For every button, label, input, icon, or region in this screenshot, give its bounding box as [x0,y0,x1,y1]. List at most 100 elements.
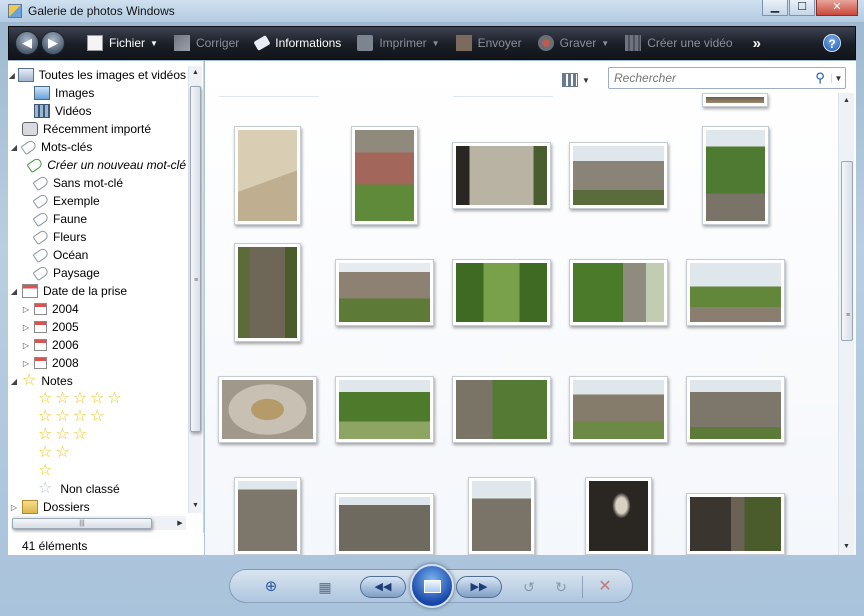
photo-thumbnail[interactable] [218,376,317,443]
scrollbar-thumb[interactable]: ≡ [190,86,201,432]
photo-thumbnail[interactable] [234,243,301,342]
photo-thumbnail[interactable] [569,376,668,443]
tree-item-year[interactable]: ▷ 2008 [8,354,186,372]
tree-item-tag-fauna[interactable]: Faune [8,210,186,228]
back-button[interactable]: ◀ [15,31,39,55]
scroll-up-arrow-icon[interactable]: ▲ [839,93,854,109]
collapse-icon[interactable]: ◢ [8,71,16,80]
photo-thumbnail[interactable] [234,477,301,555]
photo-thumbnail[interactable] [351,126,418,225]
minimize-button[interactable]: ▁ [762,0,788,16]
collapse-icon[interactable]: ◢ [8,287,20,296]
group-divider [219,96,319,97]
tree-item-year[interactable]: ▷ 2004 [8,300,186,318]
photo-thumbnail[interactable] [335,493,434,555]
tree-item-images[interactable]: Images [8,84,186,102]
expand-icon[interactable]: ▷ [20,323,32,332]
chevron-down-icon[interactable]: ▼ [831,73,845,83]
photo-thumbnail[interactable] [702,126,769,225]
photo-thumbnail[interactable] [686,493,785,555]
tree-item-tag-ocean[interactable]: Océan [8,246,186,264]
help-button[interactable]: ? [823,34,841,52]
tree-item-videos[interactable]: Vidéos [8,102,186,120]
rating-1-star[interactable]: ☆ [8,462,186,480]
previous-button[interactable]: ◀◀ [360,576,406,598]
tree-item-tag-flowers[interactable]: Fleurs [8,228,186,246]
tree-item-tag-example[interactable]: Exemple [8,192,186,210]
photo-thumbnail[interactable] [452,142,551,209]
scrollbar-thumb[interactable]: ≡ [841,161,853,341]
thumbnail-vertical-scrollbar[interactable]: ▲ ≡ ▼ [838,93,854,555]
expand-icon[interactable]: ▷ [20,341,32,350]
photo-thumbnail[interactable] [335,376,434,443]
expand-icon[interactable]: ▷ [20,305,32,314]
search-box[interactable]: ⚲ ▼ [608,67,846,89]
rating-5-stars[interactable]: ☆ ☆ ☆ ☆ ☆ [8,390,186,408]
sidebar-horizontal-scrollbar[interactable]: ◀ ||| ▶ [12,516,186,530]
photo-thumbnail[interactable] [686,376,785,443]
photo-thumbnail[interactable] [452,376,551,443]
tree-item-untagged[interactable]: Sans mot-clé [8,174,186,192]
collapse-icon[interactable]: ◢ [8,377,20,386]
sidebar-vertical-scrollbar[interactable]: ▲ ≡ ▼ [188,66,202,513]
tree-item-year[interactable]: ▷ 2005 [8,318,186,336]
email-button[interactable]: Envoyer [455,35,522,51]
playback-control-bar: ⊕ ▦ ◀◀ ▶▶ ↺ ↻ ✕ [229,564,633,608]
tree-item-create-tag[interactable]: Créer un nouveau mot-clé [8,156,186,174]
slideshow-button[interactable] [410,564,454,608]
tag-icon [32,192,50,210]
make-movie-button[interactable]: Créer une vidéo [625,35,733,51]
scrollbar-thumb[interactable]: ||| [12,517,152,529]
forward-button[interactable]: ▶ [41,31,65,55]
actual-size-button[interactable]: ▦ [316,578,334,596]
next-button[interactable]: ▶▶ [456,576,502,598]
rating-4-stars[interactable]: ☆ ☆ ☆ ☆ [8,408,186,426]
tree-item-all[interactable]: ◢ Toutes les images et vidéos [8,66,186,84]
view-mode-button[interactable]: ▼ [562,73,590,87]
tree-item-tags[interactable]: ◢ Mots-clés [8,138,186,156]
more-commands-button[interactable]: » [753,35,761,52]
photo-thumbnail[interactable] [234,126,301,225]
rating-unrated[interactable]: ☆ Non classé [8,480,186,498]
rating-3-stars[interactable]: ☆ ☆ ☆ [8,426,186,444]
rating-2-stars[interactable]: ☆ ☆ [8,444,186,462]
photo-thumbnail[interactable] [585,477,652,555]
tree-item-recent[interactable]: Récemment importé [8,120,186,138]
tree-item-date-taken[interactable]: ◢ Date de la prise [8,282,186,300]
photo-thumbnail[interactable] [686,259,785,326]
info-button[interactable]: Informations [253,35,341,51]
scroll-down-arrow-icon[interactable]: ▼ [839,539,854,555]
photo-thumbnail[interactable] [569,142,668,209]
expand-icon[interactable]: ▷ [8,503,20,512]
star-icon: ☆ [72,408,88,425]
tree-item-label: Sans mot-clé [53,176,124,190]
search-icon[interactable]: ⚲ [809,70,831,86]
fix-button[interactable]: Corriger [173,35,239,51]
tree-item-folders[interactable]: ▷ Dossiers [8,498,186,516]
close-button[interactable]: ✕ [816,0,858,16]
tree-item-year[interactable]: ▷ 2006 [8,336,186,354]
search-input[interactable] [614,69,809,87]
delete-button[interactable]: ✕ [596,578,614,596]
rotate-left-button[interactable]: ↺ [520,578,538,596]
tree-item-ratings[interactable]: ◢ ☆ Notes [8,372,186,390]
star-icon: ☆ [38,408,53,425]
collapse-icon[interactable]: ◢ [8,143,20,152]
photo-thumbnail[interactable] [569,259,668,326]
photo-thumbnail[interactable] [702,93,768,107]
file-menu[interactable]: Fichier ▼ [87,35,158,51]
maximize-button[interactable]: ☐ [789,0,815,16]
scroll-down-arrow-icon[interactable]: ▼ [189,499,202,513]
scroll-up-arrow-icon[interactable]: ▲ [189,66,202,80]
photo-thumbnail[interactable] [452,259,551,326]
rotate-right-button[interactable]: ↻ [552,578,570,596]
burn-menu[interactable]: Graver ▼ [537,35,609,51]
zoom-button[interactable]: ⊕ [258,578,284,596]
tree-item-tag-landscape[interactable]: Paysage [8,264,186,282]
expand-icon[interactable]: ▷ [20,359,32,368]
scroll-right-arrow-icon[interactable]: ▶ [174,519,186,527]
photo-thumbnail[interactable] [335,259,434,326]
print-menu[interactable]: Imprimer ▼ [357,35,440,51]
photo-thumbnail[interactable] [468,477,535,555]
calendar-icon [34,339,47,351]
